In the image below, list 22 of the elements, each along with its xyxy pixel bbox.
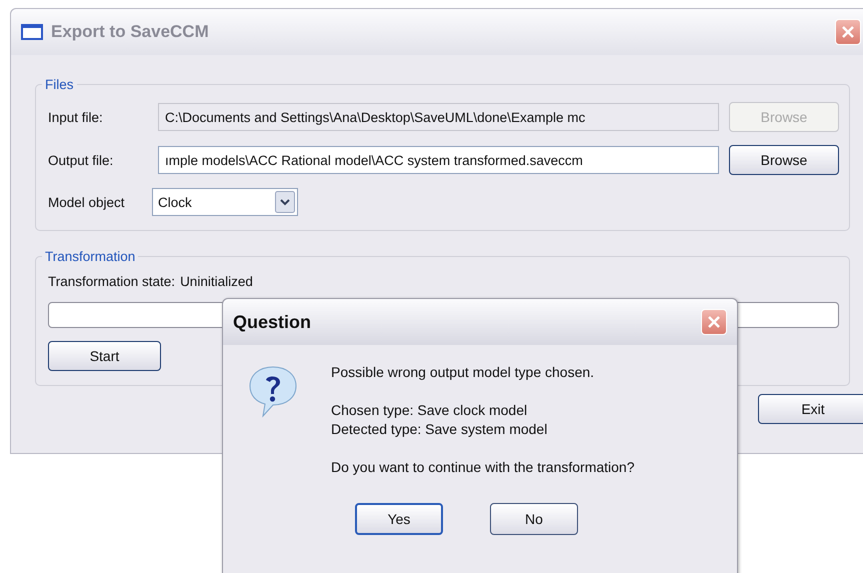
group-title: Files [44,77,75,92]
state-value: Uninitialized [180,274,253,289]
state-label: Transformation state: [48,274,176,289]
window-icon [21,24,43,40]
window-title: Export to SaveCCM [51,22,210,42]
close-icon [840,24,856,40]
dialog-button[interactable]: No [490,503,578,535]
start-button[interactable]: Start [48,341,161,371]
message-line: Detected type: Save system model [331,420,548,439]
message-line: Do you want to continue with the transformation? [331,458,635,477]
group-title: Transformation [44,249,136,264]
field-label: Output file: [48,152,114,168]
field-label: Model object [48,194,126,210]
message-line: Possible wrong output model type chosen. [331,363,596,382]
file-path-field[interactable]: ımple models\ACC Rational model\ACC system transformed.saveccm [158,146,719,174]
browse-button[interactable]: Browse [729,145,839,175]
field-label: Input file: [48,110,104,124]
model-dropdown[interactable]: Clock [152,188,298,216]
dialog-button[interactable]: Yes [355,503,443,535]
exit-button[interactable]: Exit [758,394,863,424]
message-line: Chosen type: Save clock model [331,401,528,420]
close-button[interactable] [835,19,861,45]
